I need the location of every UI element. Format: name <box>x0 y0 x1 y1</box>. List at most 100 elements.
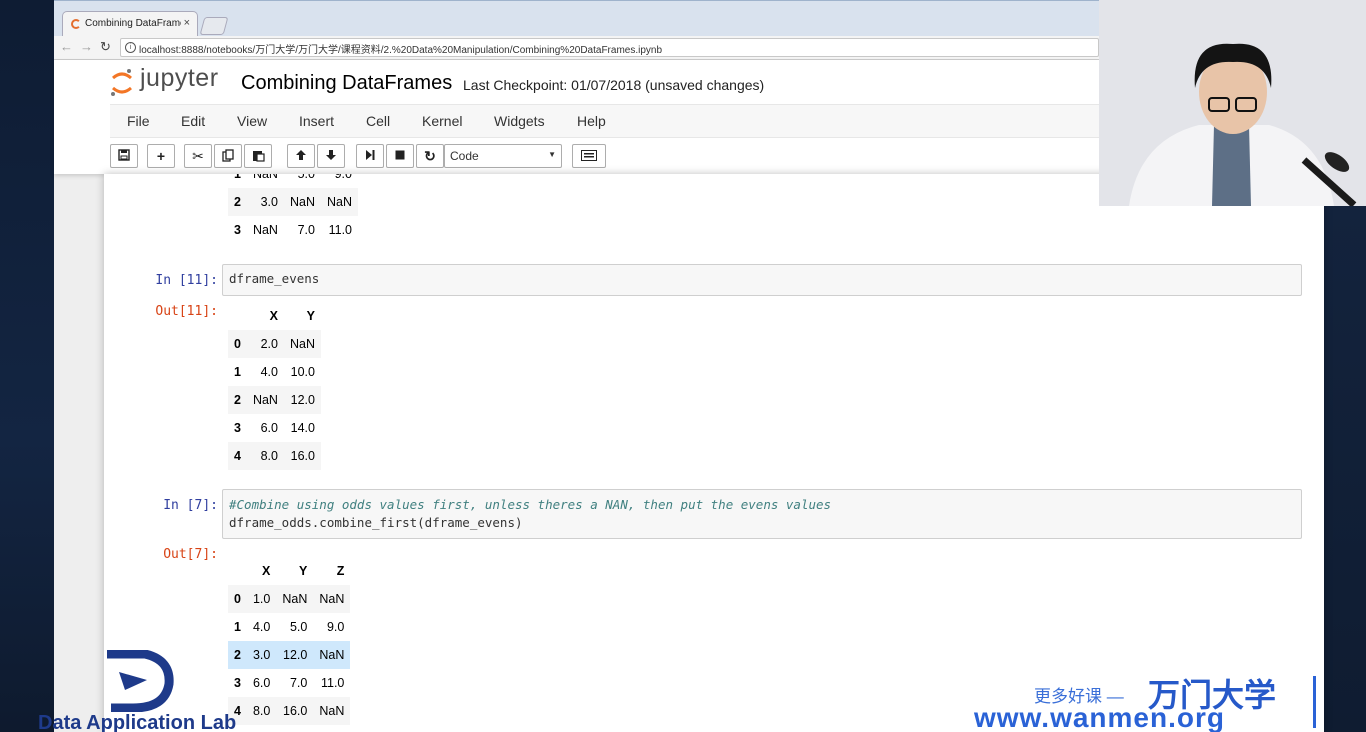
table-cell: NaN <box>326 195 352 209</box>
notebook-container: 1 NaN 5.0 9.0 2 3.0 NaN NaN 3 NaN 7.0 11… <box>104 174 1324 732</box>
save-button[interactable] <box>110 144 138 168</box>
cut-button[interactable]: ✂ <box>184 144 212 168</box>
row-index: 3 <box>234 676 241 690</box>
menu-kernel[interactable]: Kernel <box>422 113 462 129</box>
menu-view[interactable]: View <box>237 113 267 129</box>
row-index: 3 <box>234 421 241 435</box>
table-cell: NaN <box>319 704 345 718</box>
keyboard-icon <box>581 150 597 161</box>
watermark-lab-name: Data Application Lab <box>38 712 237 732</box>
table-cell: 9.0 <box>334 174 352 181</box>
data-application-lab-logo-icon <box>107 650 174 712</box>
table-row: 4 8.0 16.0 NaN <box>228 697 351 725</box>
notebook-toolbar: + ✂ ↻ Code ▼ <box>110 142 1099 170</box>
table-cell: 1.0 <box>252 592 271 606</box>
cell-type-value: Code <box>450 149 479 163</box>
row-index: 2 <box>234 393 241 407</box>
new-tab-button[interactable] <box>199 17 229 35</box>
forward-arrow-icon[interactable]: → <box>80 39 93 54</box>
menu-cell[interactable]: Cell <box>366 113 390 129</box>
table-cell: 6.0 <box>252 676 271 690</box>
restart-button[interactable]: ↻ <box>416 144 444 168</box>
watermark-divider <box>1313 676 1316 728</box>
info-icon[interactable]: i <box>125 42 136 53</box>
table-row: 2 NaN 12.0 <box>228 386 321 414</box>
row-index: 4 <box>234 449 241 463</box>
back-arrow-icon[interactable]: ← <box>60 39 73 54</box>
move-up-button[interactable] <box>287 144 315 168</box>
column-header: X <box>269 309 278 323</box>
copy-button[interactable] <box>214 144 242 168</box>
row-index: 0 <box>234 337 241 351</box>
index-header <box>228 302 247 330</box>
column-header: Y <box>299 564 308 578</box>
output-prompt: Out[11]: <box>155 304 218 319</box>
table-cell: 12.0 <box>290 393 315 407</box>
input-prompt: In [11]: <box>155 273 218 288</box>
url-field[interactable]: i localhost:8888/notebooks/万门大学/万门大学/课程资… <box>120 38 1099 57</box>
tab-strip: Combining DataFrame × <box>54 0 1099 37</box>
table-cell: 4.0 <box>260 365 278 379</box>
table-row: 4 8.0 16.0 <box>228 442 321 470</box>
checkpoint-status: Last Checkpoint: 01/07/2018 (unsaved cha… <box>463 77 765 93</box>
code-comment: #Combine using odds values first, unless… <box>229 497 832 512</box>
table-header-row: X Y <box>228 302 321 330</box>
menu-edit[interactable]: Edit <box>181 113 205 129</box>
code-input[interactable]: dframe_evens <box>222 264 1302 296</box>
paste-button[interactable] <box>244 144 272 168</box>
close-icon[interactable]: × <box>184 17 190 29</box>
table-cell: NaN <box>252 174 278 181</box>
notebook-title[interactable]: Combining DataFrames <box>241 72 452 95</box>
table-cell: 2.0 <box>260 337 278 351</box>
jupyter-header: jupyter Combining DataFrames Last Checkp… <box>54 60 1099 174</box>
save-icon <box>118 149 130 161</box>
table-cell: NaN <box>252 223 278 237</box>
step-forward-icon <box>366 150 375 160</box>
row-index: 1 <box>234 620 241 634</box>
url-text: localhost:8888/notebooks/万门大学/万门大学/课程资料/… <box>139 45 663 56</box>
table-cell: 3.0 <box>252 648 271 662</box>
command-palette-button[interactable] <box>572 144 606 168</box>
table-cell: 16.0 <box>290 449 315 463</box>
interrupt-button[interactable] <box>386 144 414 168</box>
table-cell: 7.0 <box>297 223 315 237</box>
screen: Combining DataFrame × ← → ↻ i localhost:… <box>0 0 1366 732</box>
table-cell: 6.0 <box>260 421 278 435</box>
table-cell: 11.0 <box>328 223 352 237</box>
jupyter-wordmark[interactable]: jupyter <box>140 64 219 93</box>
desktop-background-left <box>0 0 54 732</box>
menu-help[interactable]: Help <box>577 113 606 129</box>
plus-icon: + <box>156 148 166 164</box>
table-cell: NaN <box>319 592 345 606</box>
table-row: 3 6.0 7.0 11.0 <box>228 669 350 697</box>
table-cell: NaN <box>289 337 315 351</box>
table-cell: NaN <box>282 592 308 606</box>
paste-icon <box>252 151 265 162</box>
browser-tab[interactable]: Combining DataFrame × <box>62 11 198 37</box>
desktop-background-right <box>1324 206 1366 732</box>
stop-icon <box>395 150 405 160</box>
address-bar: ← → ↻ i localhost:8888/notebooks/万门大学/万门… <box>54 36 1099 60</box>
table-row: 1 4.0 5.0 9.0 <box>228 613 350 641</box>
menu-widgets[interactable]: Widgets <box>494 113 545 129</box>
tab-title: Combining DataFrame <box>85 18 181 29</box>
reload-icon[interactable]: ↻ <box>100 39 111 55</box>
row-index: 1 <box>234 174 241 181</box>
insert-cell-button[interactable]: + <box>147 144 175 168</box>
move-down-button[interactable] <box>317 144 345 168</box>
table-cell: 8.0 <box>260 449 278 463</box>
run-button[interactable] <box>356 144 384 168</box>
cell-type-select[interactable]: Code ▼ <box>444 144 562 168</box>
row-index: 2 <box>234 195 241 209</box>
menu-insert[interactable]: Insert <box>299 113 334 129</box>
watermark-site: www.wanmen.org <box>974 702 1225 732</box>
table-row: 3 6.0 14.0 <box>228 414 321 442</box>
menu-file[interactable]: File <box>127 113 150 129</box>
table-cell: NaN <box>252 393 278 407</box>
table-row: 2 3.0 NaN NaN <box>228 188 358 216</box>
code-input[interactable]: #Combine using odds values first, unless… <box>222 489 1302 539</box>
column-header: Y <box>306 309 315 323</box>
row-index: 1 <box>234 365 241 379</box>
table-cell: 14.0 <box>290 421 315 435</box>
copy-icon <box>221 149 234 162</box>
